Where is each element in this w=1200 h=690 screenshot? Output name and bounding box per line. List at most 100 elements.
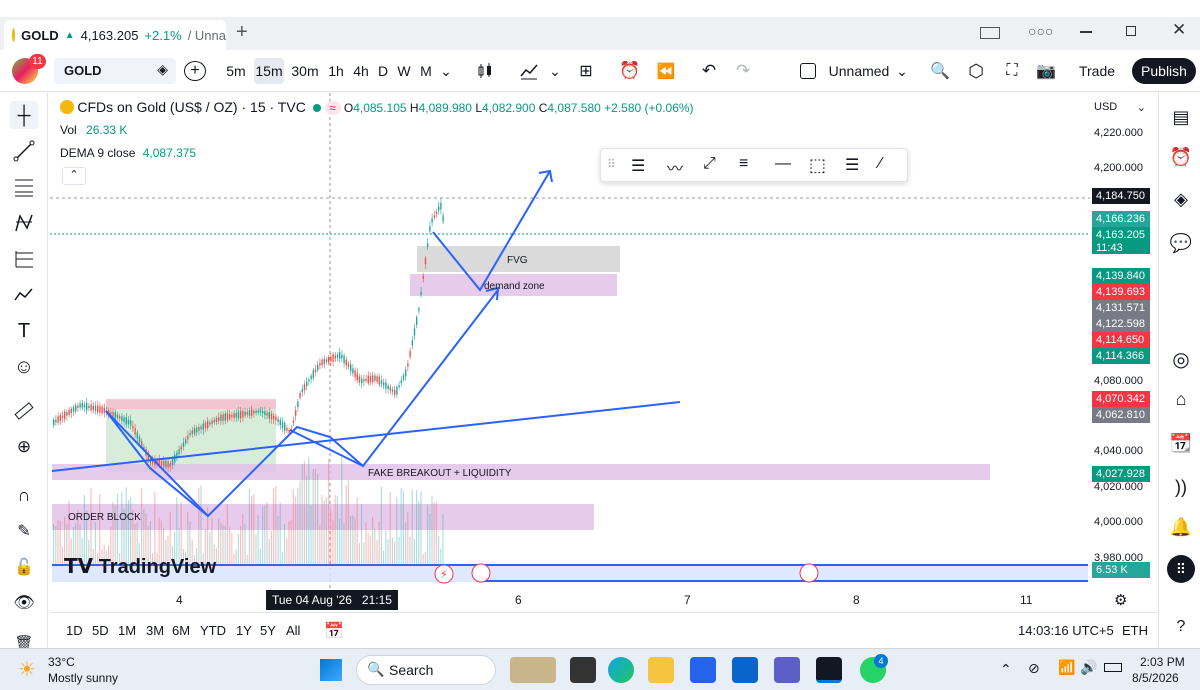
ideas-icon[interactable]: ⌂ <box>1167 385 1195 413</box>
interval-dropdown-icon[interactable]: ⌄ <box>438 58 454 84</box>
indicators-icon[interactable] <box>516 58 542 84</box>
emoji-icon[interactable]: ☺ <box>10 353 38 381</box>
file-explorer-icon[interactable] <box>648 657 674 683</box>
target-icon[interactable]: ◎ <box>1167 345 1195 373</box>
fullscreen-icon[interactable]: ⛶ <box>1000 58 1024 84</box>
layers-icon[interactable]: ◈ <box>1167 185 1195 213</box>
help-icon[interactable]: ? <box>1167 613 1195 641</box>
range-1m[interactable]: 1M <box>118 623 136 638</box>
range-1d[interactable]: 1D <box>66 623 83 638</box>
minimize-icon[interactable] <box>1080 31 1092 33</box>
replay-icon[interactable]: ⏪ <box>654 58 678 84</box>
layout-checkbox-icon[interactable] <box>798 58 818 84</box>
layout-name[interactable]: Unnamed <box>828 58 890 84</box>
range-5d[interactable]: 5D <box>92 623 109 638</box>
text-icon[interactable]: T <box>10 317 38 345</box>
symbol-title[interactable]: CFDs on Gold (US$ / OZ) · 15 · TVC <box>77 99 305 115</box>
session-label[interactable]: ETH <box>1122 623 1148 638</box>
lines-tool-icon[interactable]: ☰ <box>631 156 645 176</box>
broadcast-icon[interactable]: )) <box>1167 473 1195 501</box>
outlook-icon[interactable] <box>732 657 758 683</box>
range-6m[interactable]: 6M <box>172 623 190 638</box>
redo-icon[interactable]: ↷ <box>732 58 754 84</box>
store-icon[interactable] <box>690 657 716 683</box>
zoom-in-icon[interactable]: ⊕ <box>10 433 38 461</box>
taskbar-date[interactable]: 8/5/2026 <box>1132 671 1179 685</box>
edge-icon[interactable] <box>608 657 634 683</box>
dema-legend[interactable]: DEMA 9 close 4,087.375 <box>60 146 196 160</box>
taskbar-time[interactable]: 2:03 PM <box>1140 655 1185 669</box>
close-icon[interactable]: ✕ <box>1172 20 1186 40</box>
eye-icon[interactable]: 👁 <box>10 589 38 617</box>
teams-icon[interactable] <box>774 657 800 683</box>
range-all[interactable]: All <box>286 623 300 638</box>
wifi-icon[interactable]: 📶 <box>1058 659 1075 676</box>
magnet-icon[interactable]: ∩ <box>10 481 38 509</box>
crosshair-icon[interactable]: ┼ <box>10 101 38 129</box>
news-widget-icon[interactable] <box>510 657 556 683</box>
channel-tool-icon[interactable]: ☰ <box>845 155 859 175</box>
compare-add-button[interactable]: + <box>184 61 206 81</box>
prediction-icon[interactable] <box>10 245 38 273</box>
interval-W[interactable]: W <box>396 58 412 84</box>
interval-15m[interactable]: 15m <box>254 58 284 84</box>
alert-icon[interactable]: ⏰ <box>618 58 642 84</box>
pencil-lock-icon[interactable]: ✎ <box>10 517 38 545</box>
rect-tool-icon[interactable]: ⬚ <box>809 155 826 176</box>
layouts-icon[interactable]: ⊞ <box>574 58 598 84</box>
axis-settings-icon[interactable]: ⚙ <box>1114 591 1127 609</box>
quick-search-icon[interactable]: 🔍 <box>928 58 952 84</box>
ruler-icon[interactable] <box>10 397 38 425</box>
weather-desc[interactable]: Mostly sunny <box>48 671 118 685</box>
chat-icon[interactable]: 💬 <box>1167 229 1195 257</box>
goto-date-icon[interactable]: 📅 <box>324 621 344 641</box>
trade-button[interactable]: Trade <box>1072 58 1122 84</box>
layout-dropdown-icon[interactable]: ⌄ <box>894 58 910 84</box>
indicators-dropdown-icon[interactable]: ⌄ <box>548 58 562 84</box>
tray-status-icon[interactable]: ⊘ <box>1028 660 1040 677</box>
new-tab-button[interactable]: + <box>236 21 248 44</box>
interval-5m[interactable]: 5m <box>224 58 248 84</box>
collapse-legend-button[interactable]: ⌃ <box>62 167 86 185</box>
desktop-icon[interactable] <box>980 27 1000 39</box>
brush-icon[interactable] <box>10 281 38 309</box>
range-5y[interactable]: 5Y <box>260 623 276 638</box>
notifications-icon[interactable]: 🔔 <box>1167 513 1195 541</box>
tray-chevron-icon[interactable]: ⌃ <box>1000 661 1012 678</box>
alerts-clock-icon[interactable]: ⏰ <box>1167 143 1195 171</box>
hline-tool-icon[interactable]: — <box>775 155 791 173</box>
trendline-icon[interactable] <box>10 137 38 165</box>
publish-button[interactable]: Publish <box>1132 58 1196 84</box>
chart-tab[interactable]: GOLD ▲ 4,163.205 +2.1% / Unna <box>4 20 226 50</box>
time-axis[interactable]: 4 Tue 04 Aug '26 21:15 6 7 8 11 <box>50 590 1090 610</box>
clock-label[interactable]: 14:03:16 UTC+5 <box>1018 623 1114 638</box>
path-tool-icon[interactable]: ⤢ <box>703 155 716 173</box>
ray-tool-icon[interactable]: ⁄ <box>879 155 882 173</box>
candle-type-icon[interactable] <box>474 58 496 84</box>
apps-grid-icon[interactable]: ⠿ <box>1167 555 1195 583</box>
pattern-icon[interactable] <box>10 209 38 237</box>
snapshot-icon[interactable]: 📷 <box>1034 58 1058 84</box>
symbol-search[interactable]: GOLD ◈ <box>54 58 176 84</box>
interval-M[interactable]: M <box>418 58 434 84</box>
battery-icon[interactable] <box>1104 663 1122 672</box>
level-tool-icon[interactable]: ≡ <box>739 155 748 173</box>
settings-icon[interactable]: ⬡ <box>964 58 988 84</box>
currency-select[interactable]: USD ⌄ <box>1094 101 1152 114</box>
weather-temp[interactable]: 33°C <box>48 655 75 669</box>
chart-pane[interactable]: FVG demand zone FAKE BREAKOUT + LIQUIDIT… <box>50 93 1090 590</box>
taskbar-search[interactable]: 🔍 Search <box>356 655 496 685</box>
interval-D[interactable]: D <box>376 58 390 84</box>
watchlist-icon[interactable]: ▤ <box>1167 103 1195 131</box>
drag-handle-icon[interactable]: ⠿ <box>607 157 616 171</box>
fib-icon[interactable] <box>10 173 38 201</box>
lock-icon[interactable]: 🔓 <box>10 553 38 581</box>
interval-1h[interactable]: 1h <box>326 58 346 84</box>
windows-start-icon[interactable] <box>320 659 342 681</box>
interval-30m[interactable]: 30m <box>290 58 320 84</box>
interval-4h[interactable]: 4h <box>352 58 370 84</box>
volume-icon[interactable]: 🔊 <box>1080 659 1097 676</box>
undo-icon[interactable]: ↶ <box>698 58 720 84</box>
trend-tool-icon[interactable]: 〰 <box>667 155 683 179</box>
range-1y[interactable]: 1Y <box>236 623 252 638</box>
